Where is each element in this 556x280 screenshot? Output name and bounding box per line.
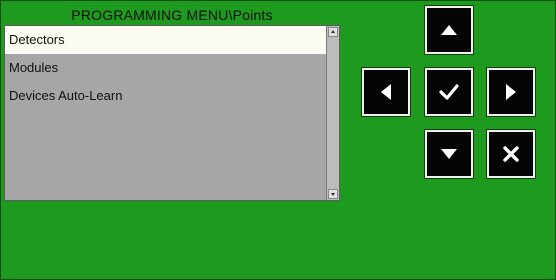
arrow-down-icon [441,149,457,159]
scroll-down-arrow[interactable] [328,189,338,199]
menu-item-modules[interactable]: Modules [5,54,326,82]
up-button[interactable] [425,6,473,54]
right-button[interactable] [487,68,535,116]
menu-item-label: Modules [9,60,59,75]
menu-list-panel: Detectors Modules Devices Auto-Learn [4,25,340,201]
cancel-button[interactable] [487,130,535,178]
cancel-x-icon [503,146,519,162]
panel-screen: PROGRAMMING MENU\Points Detectors Module… [0,0,556,280]
arrow-left-icon [381,84,391,100]
left-button[interactable] [362,68,410,116]
menu-title: PROGRAMMING MENU\Points [71,7,273,23]
arrow-up-icon [441,25,457,35]
menu-list: Detectors Modules Devices Auto-Learn [5,26,326,200]
menu-item-label: Devices Auto-Learn [9,88,123,103]
checkmark-icon [439,84,459,100]
ok-button[interactable] [425,68,473,116]
menu-item-detectors[interactable]: Detectors [5,26,326,54]
menu-item-label: Detectors [9,32,65,47]
menu-item-devices-auto-learn[interactable]: Devices Auto-Learn [5,82,326,110]
menu-scrollbar[interactable] [326,26,339,200]
down-button[interactable] [425,130,473,178]
arrow-right-icon [506,84,516,100]
scroll-up-arrow[interactable] [328,27,338,37]
